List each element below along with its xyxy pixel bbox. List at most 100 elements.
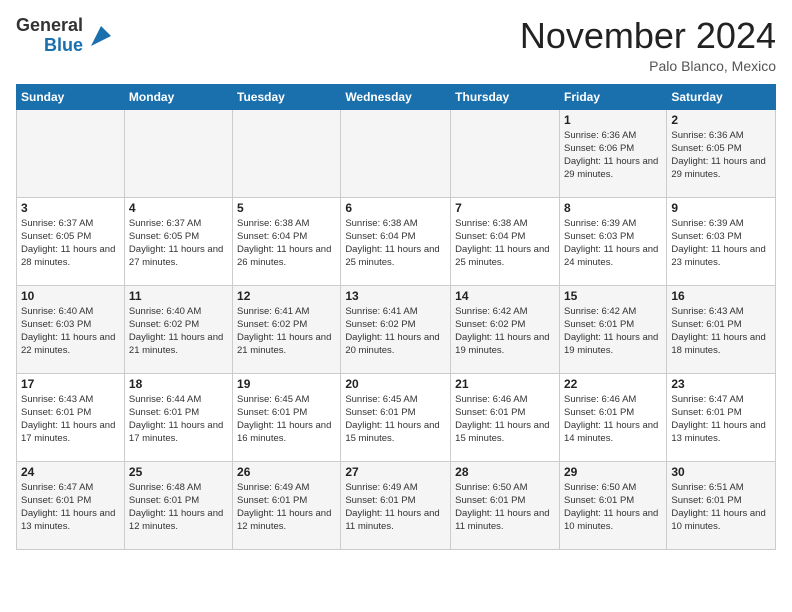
day-number: 5 [237, 201, 336, 215]
day-cell: 9 Sunrise: 6:39 AM Sunset: 6:03 PM Daylig… [667, 197, 776, 285]
logo-blue: Blue [44, 36, 83, 56]
day-number: 27 [345, 465, 446, 479]
day-cell: 14Sunrise: 6:42 AM Sunset: 6:02 PM Dayli… [451, 285, 560, 373]
day-cell [233, 109, 341, 197]
day-cell: 4 Sunrise: 6:37 AM Sunset: 6:05 PM Daylig… [124, 197, 232, 285]
day-cell: 21 Sunrise: 6:46 AM Sunset: 6:01 PM Dayli… [451, 373, 560, 461]
day-cell: 19Sunrise: 6:45 AM Sunset: 6:01 PM Dayli… [233, 373, 341, 461]
day-number: 14 [455, 289, 555, 303]
day-info: Sunrise: 6:43 AM Sunset: 6:01 PM Dayligh… [21, 393, 120, 446]
header-row: SundayMondayTuesdayWednesdayThursdayFrid… [17, 84, 776, 109]
day-info: Sunrise: 6:38 AM Sunset: 6:04 PM Dayligh… [345, 217, 446, 270]
day-number: 3 [21, 201, 120, 215]
day-number: 9 [671, 201, 771, 215]
day-cell: 18 Sunrise: 6:44 AM Sunset: 6:01 PM Dayli… [124, 373, 232, 461]
logo-general: General [16, 16, 83, 36]
day-info: Sunrise: 6:43 AM Sunset: 6:01 PM Dayligh… [671, 305, 771, 358]
day-cell [341, 109, 451, 197]
day-number: 21 [455, 377, 555, 391]
day-cell: 10 Sunrise: 6:40 AM Sunset: 6:03 PM Dayli… [17, 285, 125, 373]
week-row: 17 Sunrise: 6:43 AM Sunset: 6:01 PM Dayli… [17, 373, 776, 461]
location: Palo Blanco, Mexico [520, 58, 776, 74]
day-number: 30 [671, 465, 771, 479]
day-cell: 1 Sunrise: 6:36 AM Sunset: 6:06 PM Daylig… [559, 109, 666, 197]
day-info: Sunrise: 6:39 AM Sunset: 6:03 PM Dayligh… [671, 217, 771, 270]
day-number: 16 [671, 289, 771, 303]
calendar-table: SundayMondayTuesdayWednesdayThursdayFrid… [16, 84, 776, 550]
week-row: 1 Sunrise: 6:36 AM Sunset: 6:06 PM Daylig… [17, 109, 776, 197]
day-cell: 3 Sunrise: 6:37 AM Sunset: 6:05 PM Daylig… [17, 197, 125, 285]
day-number: 12 [237, 289, 336, 303]
header-cell-tuesday: Tuesday [233, 84, 341, 109]
calendar-header: SundayMondayTuesdayWednesdayThursdayFrid… [17, 84, 776, 109]
day-number: 1 [564, 113, 662, 127]
day-info: Sunrise: 6:37 AM Sunset: 6:05 PM Dayligh… [129, 217, 228, 270]
day-info: Sunrise: 6:41 AM Sunset: 6:02 PM Dayligh… [345, 305, 446, 358]
day-cell: 6 Sunrise: 6:38 AM Sunset: 6:04 PM Daylig… [341, 197, 451, 285]
day-info: Sunrise: 6:50 AM Sunset: 6:01 PM Dayligh… [564, 481, 662, 534]
day-number: 4 [129, 201, 228, 215]
day-number: 18 [129, 377, 228, 391]
header-cell-wednesday: Wednesday [341, 84, 451, 109]
logo: General Blue [16, 16, 115, 56]
day-info: Sunrise: 6:37 AM Sunset: 6:05 PM Dayligh… [21, 217, 120, 270]
day-number: 15 [564, 289, 662, 303]
day-info: Sunrise: 6:47 AM Sunset: 6:01 PM Dayligh… [21, 481, 120, 534]
day-number: 8 [564, 201, 662, 215]
day-cell: 15 Sunrise: 6:42 AM Sunset: 6:01 PM Dayli… [559, 285, 666, 373]
day-info: Sunrise: 6:39 AM Sunset: 6:03 PM Dayligh… [564, 217, 662, 270]
day-cell: 25Sunrise: 6:48 AM Sunset: 6:01 PM Dayli… [124, 461, 232, 549]
day-info: Sunrise: 6:36 AM Sunset: 6:06 PM Dayligh… [564, 129, 662, 182]
day-number: 23 [671, 377, 771, 391]
header-cell-thursday: Thursday [451, 84, 560, 109]
day-info: Sunrise: 6:49 AM Sunset: 6:01 PM Dayligh… [345, 481, 446, 534]
day-cell: 12 Sunrise: 6:41 AM Sunset: 6:02 PM Dayli… [233, 285, 341, 373]
title-block: November 2024 Palo Blanco, Mexico [520, 16, 776, 74]
day-cell: 8 Sunrise: 6:39 AM Sunset: 6:03 PM Daylig… [559, 197, 666, 285]
day-number: 24 [21, 465, 120, 479]
day-cell: 2Sunrise: 6:36 AM Sunset: 6:05 PM Daylig… [667, 109, 776, 197]
day-info: Sunrise: 6:44 AM Sunset: 6:01 PM Dayligh… [129, 393, 228, 446]
header-cell-sunday: Sunday [17, 84, 125, 109]
day-cell: 13 Sunrise: 6:41 AM Sunset: 6:02 PM Dayli… [341, 285, 451, 373]
day-cell [17, 109, 125, 197]
day-info: Sunrise: 6:50 AM Sunset: 6:01 PM Dayligh… [455, 481, 555, 534]
month-title: November 2024 [520, 16, 776, 56]
day-number: 22 [564, 377, 662, 391]
calendar-body: 1 Sunrise: 6:36 AM Sunset: 6:06 PM Daylig… [17, 109, 776, 549]
header-cell-saturday: Saturday [667, 84, 776, 109]
day-cell: 26 Sunrise: 6:49 AM Sunset: 6:01 PM Dayli… [233, 461, 341, 549]
day-cell: 22Sunrise: 6:46 AM Sunset: 6:01 PM Dayli… [559, 373, 666, 461]
page-header: General Blue November 2024 Palo Blanco, … [16, 16, 776, 74]
day-info: Sunrise: 6:42 AM Sunset: 6:01 PM Dayligh… [564, 305, 662, 358]
day-number: 13 [345, 289, 446, 303]
day-cell: 17 Sunrise: 6:43 AM Sunset: 6:01 PM Dayli… [17, 373, 125, 461]
day-info: Sunrise: 6:41 AM Sunset: 6:02 PM Dayligh… [237, 305, 336, 358]
day-info: Sunrise: 6:38 AM Sunset: 6:04 PM Dayligh… [237, 217, 336, 270]
day-number: 17 [21, 377, 120, 391]
day-info: Sunrise: 6:46 AM Sunset: 6:01 PM Dayligh… [455, 393, 555, 446]
day-info: Sunrise: 6:40 AM Sunset: 6:02 PM Dayligh… [129, 305, 228, 358]
week-row: 3 Sunrise: 6:37 AM Sunset: 6:05 PM Daylig… [17, 197, 776, 285]
day-number: 26 [237, 465, 336, 479]
day-number: 29 [564, 465, 662, 479]
day-cell: 16 Sunrise: 6:43 AM Sunset: 6:01 PM Dayli… [667, 285, 776, 373]
day-info: Sunrise: 6:47 AM Sunset: 6:01 PM Dayligh… [671, 393, 771, 446]
day-info: Sunrise: 6:38 AM Sunset: 6:04 PM Dayligh… [455, 217, 555, 270]
day-cell [124, 109, 232, 197]
week-row: 10 Sunrise: 6:40 AM Sunset: 6:03 PM Dayli… [17, 285, 776, 373]
day-number: 19 [237, 377, 336, 391]
week-row: 24 Sunrise: 6:47 AM Sunset: 6:01 PM Dayli… [17, 461, 776, 549]
day-info: Sunrise: 6:49 AM Sunset: 6:01 PM Dayligh… [237, 481, 336, 534]
day-info: Sunrise: 6:45 AM Sunset: 6:01 PM Dayligh… [345, 393, 446, 446]
day-number: 11 [129, 289, 228, 303]
day-number: 25 [129, 465, 228, 479]
day-info: Sunrise: 6:40 AM Sunset: 6:03 PM Dayligh… [21, 305, 120, 358]
day-cell [451, 109, 560, 197]
day-cell: 29 Sunrise: 6:50 AM Sunset: 6:01 PM Dayli… [559, 461, 666, 549]
day-number: 6 [345, 201, 446, 215]
header-cell-friday: Friday [559, 84, 666, 109]
day-cell: 11 Sunrise: 6:40 AM Sunset: 6:02 PM Dayli… [124, 285, 232, 373]
day-number: 7 [455, 201, 555, 215]
day-number: 10 [21, 289, 120, 303]
